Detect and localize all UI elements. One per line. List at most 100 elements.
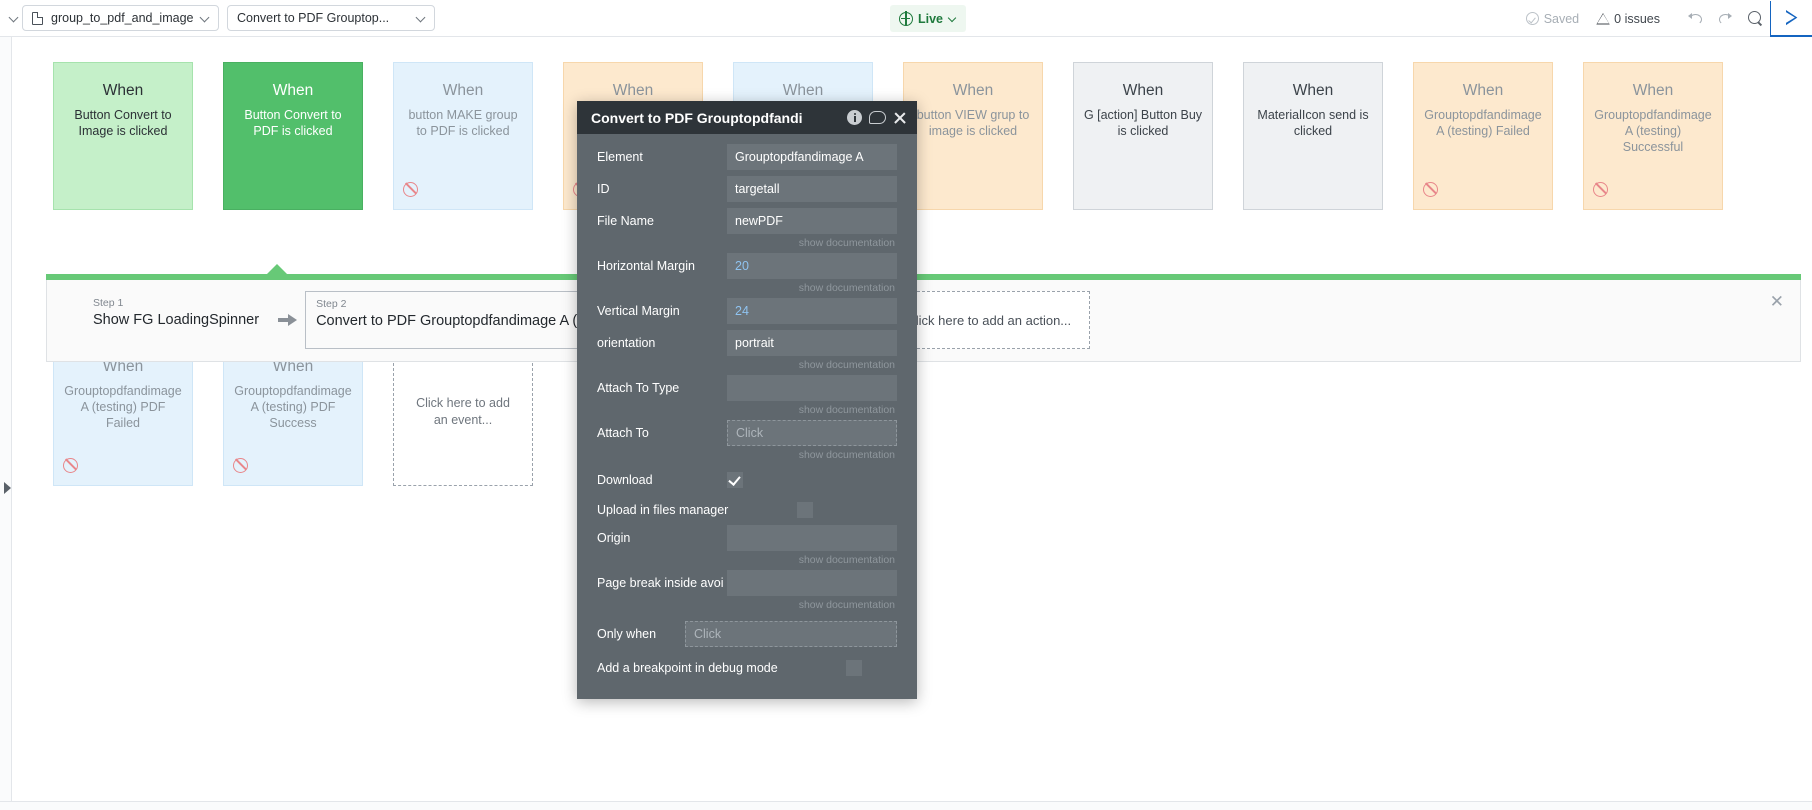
event-description: Grouptopdfandimage A (testing) PDF Faile… xyxy=(64,384,182,430)
page-select[interactable]: group_to_pdf_and_image xyxy=(22,5,219,31)
page-select-label: group_to_pdf_and_image xyxy=(51,11,194,25)
breakpoint-row: Add a breakpoint in debug mode xyxy=(597,653,897,683)
upload-checkbox[interactable] xyxy=(797,502,813,518)
undo-button[interactable] xyxy=(1680,0,1710,37)
left-rail xyxy=(0,37,12,810)
check-circle-icon xyxy=(1525,12,1539,25)
property-row: ID targetall xyxy=(597,176,897,202)
show-documentation-link[interactable]: show documentation xyxy=(597,401,897,420)
property-label: Attach To xyxy=(597,426,649,440)
download-checkbox[interactable] xyxy=(727,472,743,488)
property-row: File Name newPDF xyxy=(597,208,897,234)
disabled-icon xyxy=(403,182,418,197)
play-icon xyxy=(1786,10,1798,26)
event-description: Grouptopdfandimage A (testing) Successfu… xyxy=(1594,108,1712,154)
event-when-label: When xyxy=(1632,82,1674,99)
disabled-icon xyxy=(233,458,248,473)
event-card[interactable]: When Grouptopdfandimage A (testing) Faile… xyxy=(1413,62,1553,210)
property-input[interactable]: Grouptopdfandimage A xyxy=(727,144,897,170)
event-card[interactable]: When Button Convert to Image is clicked xyxy=(53,62,193,210)
close-icon[interactable] xyxy=(893,111,907,125)
add-event-label: Click here to add an event... xyxy=(416,396,510,427)
redo-button[interactable] xyxy=(1710,0,1740,37)
step-number-label: Step 1 xyxy=(93,297,124,309)
workflow-step[interactable]: Step 1 Show FG LoadingSpinner xyxy=(83,291,269,349)
breakpoint-checkbox[interactable] xyxy=(846,660,862,676)
property-input[interactable]: 24 xyxy=(727,298,897,324)
origin-label: Origin xyxy=(597,531,631,545)
comment-icon[interactable] xyxy=(869,111,886,124)
info-icon[interactable] xyxy=(847,110,862,125)
property-input[interactable]: 20 xyxy=(727,253,897,279)
workflow-editor: group_to_pdf_and_image Convert to PDF Gr… xyxy=(0,0,1812,810)
show-documentation-link[interactable]: show documentation xyxy=(597,446,897,465)
version-selector[interactable]: Live xyxy=(890,5,967,32)
property-input[interactable] xyxy=(727,375,897,401)
event-description: Button Convert to PDF is clicked xyxy=(244,108,342,138)
collapse-caret-icon[interactable] xyxy=(0,0,22,37)
property-input[interactable]: portrait xyxy=(727,330,897,356)
modal-fields: Element Grouptopdfandimage A ID targetall Fi… xyxy=(597,144,897,465)
event-card[interactable]: When button VIEW grup to image is clicked xyxy=(903,62,1043,210)
download-row: Download xyxy=(597,465,897,495)
event-card[interactable]: When G [action] Button Buy is clicked xyxy=(1073,62,1213,210)
event-description: Grouptopdfandimage A (testing) PDF Succe… xyxy=(234,384,352,430)
show-documentation-link[interactable]: show documentation xyxy=(597,234,897,253)
disabled-icon xyxy=(1593,182,1608,197)
step-title: Show FG LoadingSpinner xyxy=(93,312,260,328)
show-documentation-link[interactable]: show documentation xyxy=(597,356,897,375)
event-when-label: When xyxy=(1122,82,1164,99)
globe-icon xyxy=(899,11,913,26)
search-button[interactable] xyxy=(1740,0,1770,37)
preview-button[interactable] xyxy=(1770,0,1812,37)
property-row: Vertical Margin 24 xyxy=(597,298,897,324)
upload-label: Upload in files manager xyxy=(597,503,729,517)
origin-show-documentation[interactable]: show documentation xyxy=(597,551,897,570)
page-break-input[interactable] xyxy=(727,570,897,596)
event-description: button MAKE group to PDF is clicked xyxy=(408,108,518,138)
event-card[interactable]: When Button Convert to PDF is clicked xyxy=(223,62,363,210)
origin-input[interactable] xyxy=(727,525,897,551)
page-break-show-documentation[interactable]: show documentation xyxy=(597,596,897,615)
event-when-label: When xyxy=(952,82,994,99)
modal-body: Element Grouptopdfandimage A ID targetall Fi… xyxy=(577,134,917,699)
property-label: Horizontal Margin xyxy=(597,259,695,273)
event-description: MaterialIcon send is clicked xyxy=(1257,108,1369,138)
property-label: ID xyxy=(597,182,610,196)
top-toolbar: group_to_pdf_and_image Convert to PDF Gr… xyxy=(0,0,1812,37)
modal-title: Convert to PDF Grouptopdfandi xyxy=(591,109,803,126)
event-card[interactable]: When Grouptopdfandimage A (testing) Succe… xyxy=(1583,62,1723,210)
add-action-label: Click here to add an action... xyxy=(906,312,1072,328)
toolbar-right-group: Saved 0 issues xyxy=(1525,0,1812,37)
add-action-placeholder[interactable]: Click here to add an action... xyxy=(887,291,1091,349)
only-when-input[interactable]: Click xyxy=(685,621,897,647)
issues-status[interactable]: 0 issues xyxy=(1596,12,1660,26)
property-row: orientation portrait xyxy=(597,330,897,356)
event-when-label: When xyxy=(442,82,484,99)
only-when-row: Only when Click xyxy=(597,621,897,647)
chevron-down-icon xyxy=(201,14,210,23)
workflow-select[interactable]: Convert to PDF Grouptop... xyxy=(227,5,435,31)
property-row: Element Grouptopdfandimage A xyxy=(597,144,897,170)
event-when-label: When xyxy=(782,82,824,99)
property-input[interactable]: targetall xyxy=(727,176,897,202)
redo-icon xyxy=(1718,12,1732,26)
event-card[interactable]: When MaterialIcon send is clicked xyxy=(1243,62,1383,210)
show-documentation-link[interactable]: show documentation xyxy=(597,279,897,298)
breakpoint-label: Add a breakpoint in debug mode xyxy=(597,661,778,675)
expand-panel-handle-icon[interactable] xyxy=(4,482,11,494)
event-description: Grouptopdfandimage A (testing) Failed xyxy=(1424,108,1542,138)
page-break-label: Page break inside avoi xyxy=(597,576,724,590)
version-label: Live xyxy=(918,11,944,26)
event-card[interactable]: When button MAKE group to PDF is clicked xyxy=(393,62,533,210)
issues-label: 0 issues xyxy=(1614,11,1660,26)
actions-panel: ✕ Step 1 Show FG LoadingSpinner Step 2 Conv… xyxy=(46,280,1801,362)
disabled-icon xyxy=(1423,182,1438,197)
property-input[interactable]: Click xyxy=(727,420,897,446)
workflow-select-label: Convert to PDF Grouptop... xyxy=(237,11,390,25)
origin-row: Origin xyxy=(597,525,897,551)
property-row: Horizontal Margin 20 xyxy=(597,253,897,279)
property-input[interactable]: newPDF xyxy=(727,208,897,234)
upload-row: Upload in files manager xyxy=(597,495,897,525)
panel-close-button[interactable]: ✕ xyxy=(1770,293,1784,310)
